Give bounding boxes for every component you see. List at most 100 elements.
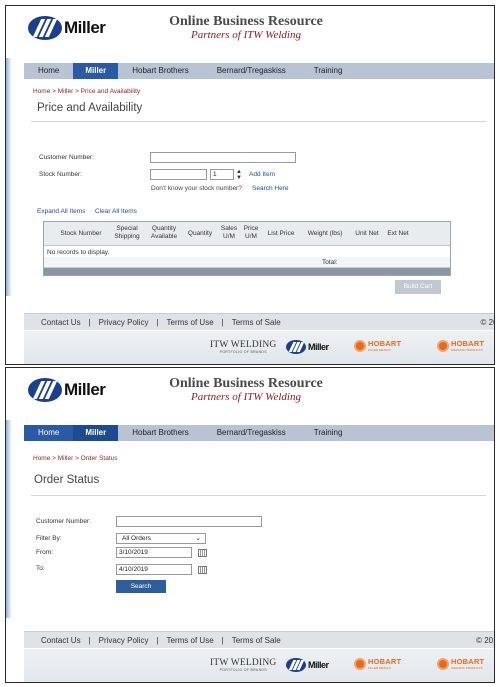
col-stock-number[interactable]: Stock Number — [56, 230, 106, 238]
footer-privacy[interactable]: Privacy Policy — [99, 636, 149, 645]
nav-home[interactable]: Home — [24, 425, 74, 441]
itw-welding-logo[interactable]: ITW WELDING PORTFOLIO OF BRANDS — [210, 658, 276, 673]
quantity-input[interactable]: 1 — [210, 169, 234, 180]
breadcrumb[interactable]: Home > Miller > Order Status — [33, 455, 118, 462]
build-cart-button[interactable]: Build Cart — [395, 280, 441, 294]
itw-subtext: PORTFOLIO OF BRANDS — [219, 668, 267, 672]
hobart-sub-text: WELDING PRODUCTS — [451, 666, 483, 670]
hobart-text: HOBART — [451, 657, 485, 666]
footer-links: Contact Us | Privacy Policy | Terms of Use | T… — [37, 318, 285, 327]
footer-terms-use[interactable]: Terms of Use — [167, 636, 214, 645]
expand-all-link[interactable]: Expand All Items — [37, 208, 85, 215]
footer-contact-us[interactable]: Contact Us — [41, 636, 81, 645]
footer-contact-us[interactable]: Contact Us — [41, 318, 81, 327]
footer-terms-sale[interactable]: Terms of Sale — [232, 636, 281, 645]
chevron-down-icon: ⌄ — [195, 535, 201, 542]
grid-header: Stock Number Special Shipping Quantity A… — [44, 222, 450, 246]
footer-sep: | — [221, 636, 224, 645]
footer-sep: | — [156, 318, 159, 327]
hobart-filler-logo[interactable]: HOBART FILLER METALS — [354, 340, 401, 352]
nav-training[interactable]: Training — [300, 425, 357, 441]
calendar-icon[interactable] — [198, 566, 207, 574]
miller-badge-icon — [286, 658, 306, 672]
nav-bernard-tregaskiss[interactable]: Bernard/Tregaskiss — [203, 63, 300, 79]
to-label: To: — [36, 565, 45, 572]
miller-badge-icon — [28, 16, 62, 40]
site-title-main: Online Business Resource — [169, 14, 323, 29]
miller-badge-icon — [28, 378, 62, 402]
quantity-stepper-icon[interactable]: ▲ ▼ — [236, 169, 242, 181]
nav-home[interactable]: Home — [24, 63, 73, 79]
itw-welding-logo[interactable]: ITW WELDING PORTFOLIO OF BRANDS — [210, 340, 276, 355]
customer-number-input[interactable] — [150, 152, 296, 163]
customer-number-input[interactable] — [116, 516, 262, 527]
itw-text: ITW WELDING — [210, 658, 277, 668]
add-item-link[interactable]: Add Item — [249, 171, 275, 178]
hobart-filler-logo[interactable]: HOBART FILLER METALS — [354, 658, 401, 670]
col-sales-um[interactable]: Sales U/M — [220, 225, 238, 241]
hobart-welding-logo[interactable]: HOBART WELDING PRODUCTS — [437, 340, 484, 352]
calendar-icon[interactable] — [198, 549, 207, 557]
col-weight[interactable]: Weight (lbs) — [302, 230, 348, 238]
col-list-price[interactable]: List Price — [264, 230, 298, 238]
search-button[interactable]: Search — [116, 580, 166, 593]
price-availability-screen: Miller Online Business Resource Partners… — [5, 5, 495, 365]
col-special-shipping[interactable]: Special Shipping — [111, 225, 143, 241]
stock-number-label: Stock Number: — [39, 171, 82, 178]
site-title-main: Online Business Resource — [169, 376, 323, 391]
page-title: Order Status — [34, 474, 100, 486]
footer-privacy[interactable]: Privacy Policy — [99, 318, 149, 327]
hobart-text: HOBART — [368, 339, 402, 348]
hobart-sub-text: FILLER METALS — [368, 666, 391, 670]
col-price-um[interactable]: Price U/M — [242, 225, 260, 241]
nav-bernard-tregaskiss[interactable]: Bernard/Tregaskiss — [203, 425, 300, 441]
col-quantity[interactable]: Quantity — [183, 230, 217, 238]
from-date-input[interactable]: 3/10/2019 — [116, 547, 192, 558]
main-nav: Home Miller Hobart Brothers Bernard/Treg… — [24, 63, 494, 79]
page-title: Price and Availability — [37, 102, 143, 114]
left-glow — [6, 46, 12, 296]
copyright: © 201 — [480, 318, 494, 327]
hobart-welding-logo[interactable]: HOBART WELDING PRODUCTS — [437, 658, 484, 670]
miller-logo[interactable]: Miller — [28, 377, 106, 403]
hobart-text: HOBART — [368, 657, 402, 666]
grid-total-label: Total: — [322, 259, 338, 266]
hobart-emblem-icon — [437, 340, 449, 352]
hobart-emblem-icon — [354, 658, 366, 670]
miller-logo[interactable]: Miller — [28, 15, 106, 41]
stock-number-input[interactable] — [150, 169, 207, 180]
nav-miller[interactable]: Miller — [73, 63, 119, 79]
col-unit-net[interactable]: Unit Net — [352, 230, 382, 238]
from-label: From: — [36, 549, 53, 556]
footer-terms-use[interactable]: Terms of Use — [167, 318, 214, 327]
filter-by-value: All Orders — [122, 535, 151, 542]
hobart-sub-text: WELDING PRODUCTS — [451, 348, 483, 352]
footer-terms-sale[interactable]: Terms of Sale — [232, 318, 281, 327]
hobart-emblem-icon — [437, 658, 449, 670]
site-title: Online Business Resource Partners of ITW… — [156, 14, 336, 41]
miller-brand-text: Miller — [308, 342, 329, 352]
footer-bar: Contact Us | Privacy Policy | Terms of Use | T… — [24, 313, 494, 330]
hobart-sub-text: FILLER METALS — [368, 348, 391, 352]
hobart-emblem-icon — [354, 340, 366, 352]
breadcrumb[interactable]: Home > Miller > Price and Availability — [33, 88, 140, 95]
to-date-input[interactable]: 4/10/2019 — [116, 564, 192, 575]
nav-training[interactable]: Training — [300, 63, 357, 79]
filter-by-select[interactable]: All Orders ⌄ — [116, 533, 206, 544]
nav-hobart-brothers[interactable]: Hobart Brothers — [118, 425, 202, 441]
grid-footer — [44, 268, 450, 275]
main-nav: Home Miller Hobart Brothers Bernard/Treg… — [24, 425, 494, 441]
col-quantity-available[interactable]: Quantity Available — [147, 225, 181, 241]
nav-miller[interactable]: Miller — [73, 425, 119, 441]
miller-brand-logo[interactable]: Miller — [286, 340, 329, 354]
search-here-link[interactable]: Search Here — [252, 185, 289, 192]
clear-all-link[interactable]: Clear All Items — [95, 208, 137, 215]
miller-brand-logo[interactable]: Miller — [286, 658, 329, 672]
nav-hobart-brothers[interactable]: Hobart Brothers — [118, 63, 202, 79]
site-title-sub: Partners of ITW Welding — [191, 391, 301, 403]
footer-sep: | — [156, 636, 159, 645]
divider — [31, 495, 486, 496]
footer-bar: Contact Us | Privacy Policy | Terms of Use | T… — [24, 631, 494, 648]
footer-sep: | — [88, 636, 91, 645]
col-ext-net[interactable]: Ext Net — [384, 230, 412, 238]
